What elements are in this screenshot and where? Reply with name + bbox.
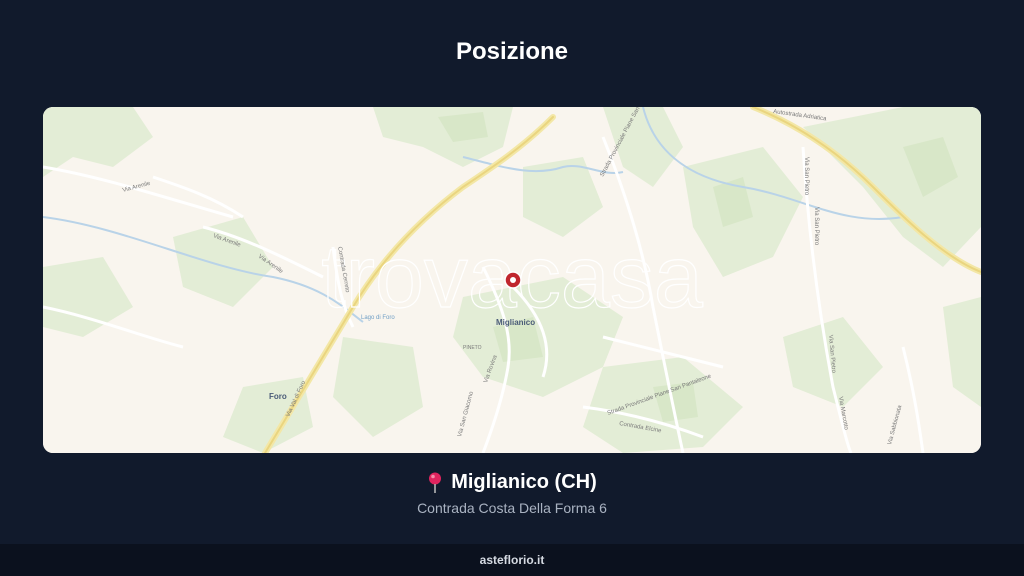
page-title: Posizione [455, 38, 569, 65]
footer: asteflorio.it [0, 544, 1024, 576]
map-pin-icon [429, 472, 442, 493]
street-label: Via San Pietro [803, 157, 809, 196]
town-label: Miglianico [496, 318, 535, 327]
place-label: PINETO [463, 345, 482, 351]
town-label-foro: Foro [269, 392, 287, 401]
location-row: Miglianico (CH) [0, 471, 1024, 494]
location-name: Miglianico (CH) [451, 471, 597, 493]
location-marker-icon[interactable] [504, 271, 522, 289]
location-address: Contrada Costa Della Forma 6 [417, 500, 607, 516]
street-label: Via San Pietro [813, 207, 819, 246]
footer-brand[interactable]: asteflorio.it [480, 553, 545, 567]
map-canvas[interactable]: trovacasa Via Arenile Via Arenile Via Ar… [43, 107, 981, 453]
lake-label: Lago di Foro [361, 315, 395, 321]
map-view[interactable]: trovacasa Via Arenile Via Arenile Via Ar… [43, 107, 981, 453]
